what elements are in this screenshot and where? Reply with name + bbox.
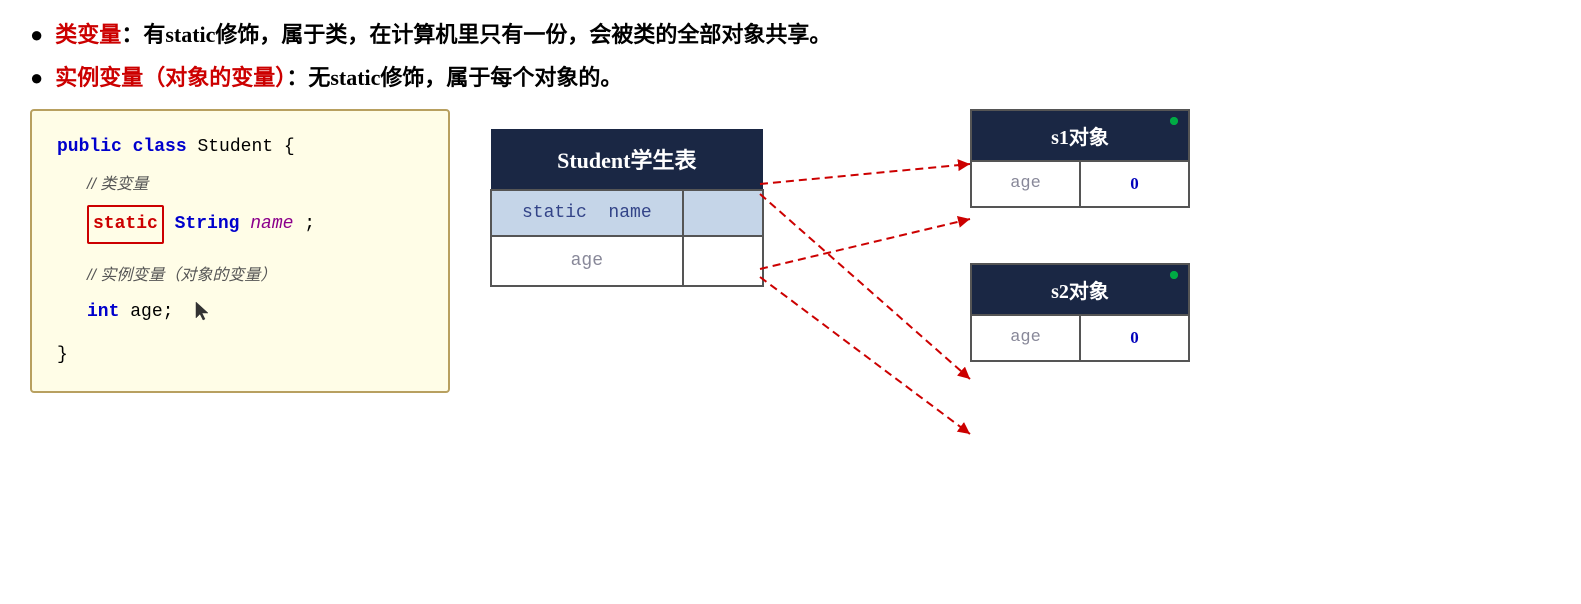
s1-object-header: s1对象 [972, 111, 1188, 160]
code-static-line: static String name ; [87, 205, 423, 243]
diagram-wrapper: Student学生表 static name age [490, 109, 1190, 489]
kw-static: static [93, 214, 158, 234]
static-row-value [683, 190, 763, 236]
var-name: name [250, 214, 293, 234]
s2-age-value: 0 [1081, 316, 1188, 360]
s1-age-value: 0 [1081, 162, 1188, 206]
code-box: public class Student { // 类变量 static Str… [30, 109, 450, 393]
bullet-item-instance-var: ● 实例变量（对象的变量）：无static修饰，属于每个对象的。 [30, 63, 1551, 94]
s1-age-row: age 0 [972, 160, 1188, 206]
static-keyword-box: static [87, 205, 164, 243]
s2-object-header: s2对象 [972, 265, 1188, 314]
code-int-line: int age; [87, 296, 423, 328]
s2-age-row: age 0 [972, 314, 1188, 360]
bullet-dot-2: ● [30, 63, 43, 94]
kw-string: String [175, 214, 240, 234]
instance-var-red: 实例变量（对象的变量） [55, 65, 286, 90]
comment-instance-var: // 实例变量（对象的变量） [87, 267, 276, 284]
kw-int: int [87, 302, 119, 322]
instance-var-desc: 无static修饰，属于每个对象的。 [308, 65, 622, 90]
arrow-age-to-s2 [760, 277, 970, 434]
code-comment-2: // 实例变量（对象的变量） [87, 260, 423, 292]
s2-object-box: s2对象 age 0 [970, 263, 1190, 362]
s2-green-dot [1170, 271, 1178, 279]
objects-column: s1对象 age 0 s2对象 age 0 [970, 109, 1190, 362]
code-age: age; [130, 302, 173, 322]
table-instance-row: age [491, 236, 763, 286]
code-classname: Student { [197, 137, 294, 157]
s1-object-box: s1对象 age 0 [970, 109, 1190, 208]
student-table: Student学生表 static name age [490, 129, 764, 287]
class-var-sep: ： [121, 22, 143, 47]
arrow-age-to-s1 [760, 219, 970, 269]
kw-public: public [57, 137, 122, 157]
bullet-text-class-var: 类变量：有static修饰，属于类，在计算机里只有一份，会被类的全部对象共享。 [55, 20, 831, 51]
main-content: public class Student { // 类变量 static Str… [30, 109, 1551, 489]
static-row-label: static name [491, 190, 683, 236]
bullet-text-instance-var: 实例变量（对象的变量）：无static修饰，属于每个对象的。 [55, 63, 622, 94]
bullet-list: ● 类变量：有static修饰，属于类，在计算机里只有一份，会被类的全部对象共享… [30, 20, 1551, 94]
table-header: Student学生表 [491, 129, 763, 190]
code-comment-1: // 类变量 [87, 169, 423, 201]
cursor-placeholder [194, 296, 212, 328]
s1-green-dot [1170, 117, 1178, 125]
instance-row-label: age [491, 236, 683, 286]
s1-age-label: age [972, 162, 1081, 206]
code-close-brace: } [57, 339, 423, 371]
class-var-red: 类变量 [55, 22, 121, 47]
arrow-static-to-s1 [760, 164, 970, 184]
student-table-area: Student学生表 static name age [490, 129, 764, 287]
bullet-dot-1: ● [30, 20, 43, 51]
table-static-row: static name [491, 190, 763, 236]
kw-class: class [133, 137, 187, 157]
bullet-item-class-var: ● 类变量：有static修饰，属于类，在计算机里只有一份，会被类的全部对象共享… [30, 20, 1551, 51]
s2-age-label: age [972, 316, 1081, 360]
comment-class-var: // 类变量 [87, 176, 148, 193]
class-var-desc: 有static修饰，属于类，在计算机里只有一份，会被类的全部对象共享。 [143, 22, 831, 47]
arrow-static-to-s2 [760, 194, 970, 379]
instance-row-value [683, 236, 763, 286]
instance-var-sep: ： [286, 65, 308, 90]
code-line-1: public class Student { [57, 131, 423, 163]
